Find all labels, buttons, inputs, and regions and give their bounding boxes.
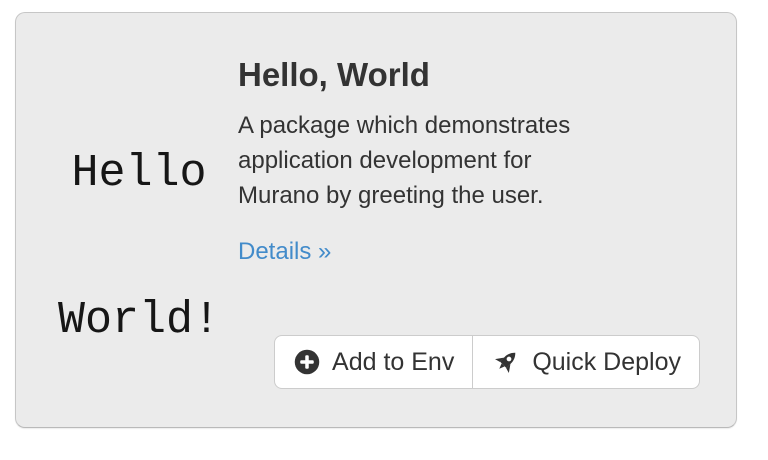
quick-deploy-label: Quick Deploy (532, 350, 681, 375)
package-description: A package which demonstrates application… (238, 108, 602, 213)
rocket-icon (491, 347, 521, 377)
add-to-env-button[interactable]: Add to Env (274, 335, 473, 389)
card-actions: Add to Env Quick Deploy (274, 335, 700, 389)
logo-line-2: World! (32, 296, 246, 345)
add-to-env-label: Add to Env (332, 350, 454, 375)
package-logo: Hello World! (32, 51, 246, 443)
details-link[interactable]: Details » (238, 238, 331, 266)
quick-deploy-button[interactable]: Quick Deploy (472, 335, 700, 389)
plus-circle-icon (293, 348, 321, 376)
logo-line-1: Hello (32, 149, 246, 198)
package-card: Hello World! Hello, World A package whic… (15, 12, 737, 428)
package-info: Hello, World A package which demonstrate… (238, 55, 602, 266)
package-title: Hello, World (238, 55, 602, 95)
